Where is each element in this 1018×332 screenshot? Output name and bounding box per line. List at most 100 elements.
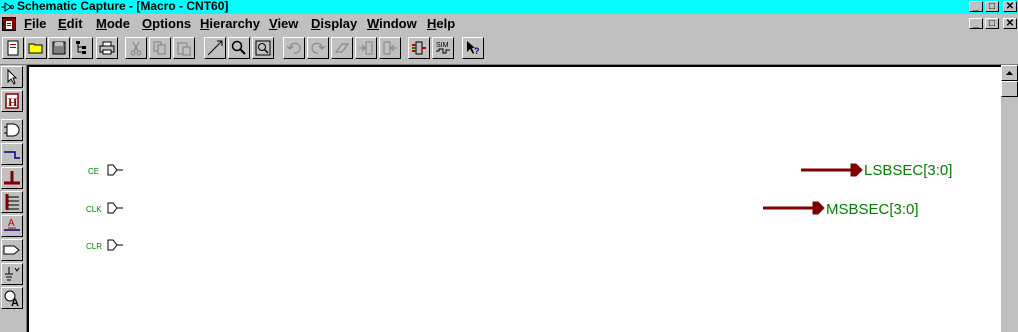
close-button[interactable]: ✕ — [1003, 1, 1017, 12]
power-tool[interactable] — [1, 263, 23, 285]
new-button[interactable] — [2, 37, 24, 59]
symbol-tool[interactable] — [1, 119, 23, 141]
and-gate-icon — [4, 123, 20, 137]
open-button[interactable] — [25, 37, 47, 59]
open-folder-icon — [28, 43, 43, 54]
print-button[interactable] — [96, 37, 118, 59]
scissors-icon — [130, 41, 142, 56]
hierarchy-button[interactable] — [71, 37, 93, 59]
help-pointer-icon: ? — [467, 41, 480, 56]
menu-edit[interactable]: Edit — [58, 16, 83, 32]
magnifier-icon — [231, 40, 246, 55]
simulate-button[interactable]: SIM — [432, 37, 454, 59]
bus-icon — [4, 171, 20, 185]
text-tool[interactable]: A — [1, 287, 23, 309]
restore-button[interactable]: □ — [985, 1, 999, 12]
wire-icon — [4, 151, 20, 159]
zoom-fit-button[interactable] — [204, 37, 226, 59]
save-button[interactable] — [48, 37, 70, 59]
scroll-up-button[interactable] — [1001, 65, 1018, 81]
io-marker-icon — [3, 245, 20, 255]
window-title: Schematic Capture - [Macro - CNT60] — [17, 0, 229, 13]
sim-icon: SIM — [436, 42, 450, 54]
redo-icon — [311, 42, 326, 54]
title-bar: Schematic Capture - [Macro - CNT60] _ □ … — [0, 0, 1018, 14]
bus-label-msbsec: MSBSEC[3:0] — [826, 201, 919, 218]
port-label-clk: CLK — [86, 205, 102, 214]
zoom-box-icon — [255, 40, 271, 56]
io-marker-tool[interactable] — [1, 239, 23, 261]
select-tool[interactable] — [1, 66, 23, 88]
document-icon[interactable] — [2, 17, 16, 31]
svg-text:?: ? — [474, 46, 480, 56]
menu-options[interactable]: Options — [142, 16, 191, 32]
output-bus-msbsec[interactable] — [763, 201, 827, 215]
draw-bus-tool[interactable] — [1, 167, 23, 189]
netlist-icon — [412, 41, 426, 55]
zoom-crosshair-icon — [207, 40, 223, 56]
hierarchy-tool[interactable]: H — [1, 90, 23, 112]
menu-view[interactable]: View — [269, 16, 298, 32]
bus-label-lsbsec: LSBSEC[3:0] — [864, 162, 953, 179]
arrow-pointer-icon — [7, 68, 18, 85]
paste-button[interactable] — [173, 37, 195, 59]
svg-text:SIM: SIM — [436, 42, 449, 49]
context-help-button[interactable]: ? — [462, 37, 484, 59]
tool-palette: H A A — [0, 65, 27, 332]
input-marker-ce[interactable] — [107, 164, 127, 176]
scroll-up-arrow-icon — [1006, 71, 1013, 75]
push-symbol-button[interactable] — [355, 37, 377, 59]
doc-close-button[interactable]: ✕ — [1003, 18, 1017, 29]
text-zoom-icon: A — [4, 290, 19, 307]
input-marker-clr[interactable] — [107, 239, 127, 251]
schematic-app-icon[interactable] — [1, 1, 15, 13]
output-bus-lsbsec[interactable] — [801, 163, 865, 177]
menu-display[interactable]: Display — [311, 16, 357, 32]
netlist-button[interactable] — [408, 37, 430, 59]
paste-clipboard-icon — [177, 42, 191, 56]
svg-text:A: A — [8, 218, 15, 229]
cut-button[interactable] — [125, 37, 147, 59]
net-label-icon: A — [4, 218, 20, 231]
bus-tap-icon — [5, 194, 19, 210]
save-disk-icon — [52, 41, 66, 55]
menu-help[interactable]: Help — [427, 16, 455, 32]
menu-window[interactable]: Window — [367, 16, 417, 32]
undo-button[interactable] — [283, 37, 305, 59]
redo-button[interactable] — [307, 37, 329, 59]
port-label-clr: CLR — [86, 242, 103, 251]
port-label-ce: CE — [88, 167, 100, 176]
power-ground-icon — [5, 267, 20, 281]
schematic-canvas[interactable]: CE CLK CLR LSBSEC[3:0] MSBSEC[3:0] — [27, 65, 1001, 332]
new-document-icon — [7, 40, 19, 56]
menu-hierarchy[interactable]: Hierarchy — [200, 16, 260, 32]
eraser-icon — [335, 43, 349, 53]
toolbar: SIM ? — [0, 34, 1018, 65]
bus-tap-tool[interactable] — [1, 191, 23, 213]
draw-wire-tool[interactable] — [1, 143, 23, 165]
doc-minimize-button[interactable]: _ — [969, 18, 983, 29]
doc-restore-button[interactable]: □ — [985, 18, 999, 29]
hierarchy-tree-icon — [76, 41, 86, 54]
printer-icon — [99, 41, 115, 55]
copy-icon — [153, 41, 166, 55]
zoom-area-button[interactable] — [252, 37, 274, 59]
pop-out-icon — [383, 41, 397, 55]
menu-bar: File Edit Mode Options Hierarchy View Di… — [0, 14, 1018, 34]
zoom-in-button[interactable] — [228, 37, 250, 59]
net-name-tool[interactable]: A — [1, 215, 23, 237]
svg-text:A: A — [11, 297, 19, 307]
menu-file[interactable]: File — [24, 16, 46, 32]
menu-mode[interactable]: Mode — [96, 16, 130, 32]
vertical-scrollbar[interactable] — [1001, 65, 1018, 332]
push-into-icon — [359, 41, 373, 55]
input-marker-clk[interactable] — [107, 202, 127, 214]
erase-button[interactable] — [331, 37, 353, 59]
hierarchy-symbol-icon: H — [5, 93, 19, 109]
svg-text:H: H — [8, 95, 18, 109]
pop-symbol-button[interactable] — [379, 37, 401, 59]
undo-icon — [286, 42, 301, 54]
copy-button[interactable] — [149, 37, 171, 59]
minimize-button[interactable]: _ — [969, 1, 983, 12]
scroll-thumb[interactable] — [1001, 81, 1018, 97]
